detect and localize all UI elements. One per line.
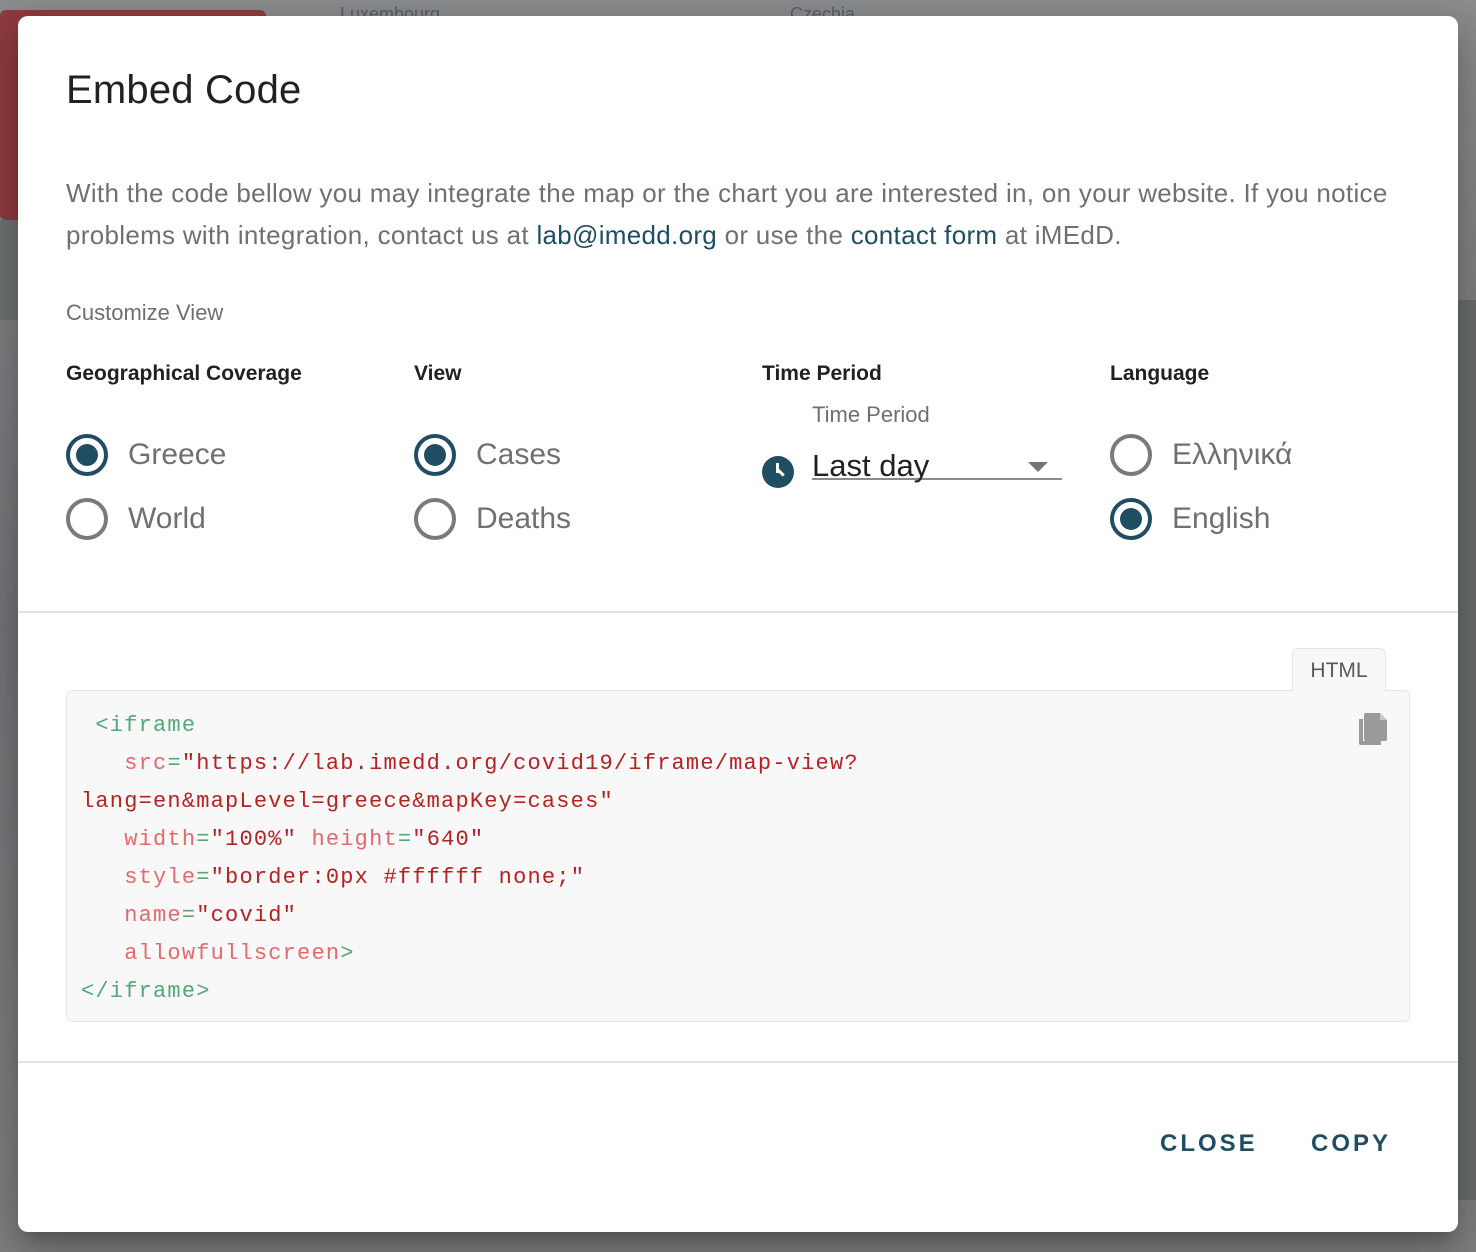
code-open-tag: <iframe xyxy=(95,713,197,738)
time-period-select[interactable]: Last day xyxy=(812,434,1062,483)
code-gt: > xyxy=(340,941,355,966)
view-group: View Cases Deaths xyxy=(414,362,571,540)
time-period-heading: Time Period xyxy=(762,362,882,385)
code-attr: height xyxy=(311,827,398,852)
close-button[interactable]: CLOSE xyxy=(1160,1130,1258,1158)
code-close-tag: </iframe> xyxy=(81,979,211,1004)
embed-code-dialog: Embed Code With the code bellow you may … xyxy=(18,16,1458,1232)
code-attr: allowfullscreen xyxy=(124,941,341,966)
radio-unchecked-icon[interactable] xyxy=(66,498,108,540)
radio-deaths[interactable]: Deaths xyxy=(414,498,571,540)
code-value: "covid" xyxy=(196,903,298,928)
geo-coverage-group: Geographical Coverage Greece World xyxy=(66,362,302,540)
language-group: Language Ελληνικά English xyxy=(1110,362,1292,540)
radio-cases[interactable]: Cases xyxy=(414,434,561,476)
radio-label: World xyxy=(128,502,206,535)
code-value: "border:0px #ffffff none;" xyxy=(210,865,586,890)
dropdown-arrow-icon[interactable] xyxy=(1028,462,1048,472)
language-heading: Language xyxy=(1110,362,1210,385)
geo-coverage-heading: Geographical Coverage xyxy=(66,362,302,385)
code-eq: = xyxy=(181,903,197,928)
copy-icon[interactable] xyxy=(1357,713,1389,747)
radio-checked-icon[interactable] xyxy=(414,434,456,476)
time-period-field-label: Time Period xyxy=(812,402,930,427)
customize-view-label: Customize View xyxy=(66,300,224,325)
radio-unchecked-icon[interactable] xyxy=(414,498,456,540)
intro-text-part: or use the xyxy=(717,220,851,250)
divider xyxy=(18,1061,1458,1063)
code-eq: = xyxy=(196,827,211,852)
contact-form-link[interactable]: contact form xyxy=(851,220,998,250)
radio-label: Cases xyxy=(476,438,562,471)
intro-text-part: at iMEdD. xyxy=(997,220,1122,250)
email-link[interactable]: lab@imedd.org xyxy=(536,220,717,250)
code-eq: = xyxy=(196,865,211,890)
divider xyxy=(18,611,1458,613)
embed-code: <iframe src="https://lab.imedd.org/covid… xyxy=(81,707,859,1011)
time-period-group: Time Period Time Period Last day xyxy=(762,362,1072,488)
code-attr: style xyxy=(124,865,197,890)
time-period-value: Last day xyxy=(812,448,930,483)
radio-checked-icon[interactable] xyxy=(1110,498,1152,540)
code-eq: = xyxy=(167,751,182,776)
dialog-title: Embed Code xyxy=(66,68,302,112)
radio-greece[interactable]: Greece xyxy=(66,434,226,476)
clock-icon xyxy=(762,456,794,488)
code-attr: width xyxy=(124,827,197,852)
code-attr: name xyxy=(124,903,182,928)
radio-english[interactable]: English xyxy=(1110,498,1270,540)
radio-label: English xyxy=(1172,502,1271,535)
radio-greek[interactable]: Ελληνικά xyxy=(1110,434,1292,476)
code-eq: = xyxy=(397,827,413,852)
radio-label: Ελληνικά xyxy=(1172,438,1293,471)
code-value: lang=en&mapLevel=greece&mapKey=cases" xyxy=(81,789,614,814)
radio-label: Greece xyxy=(128,438,227,471)
radio-world[interactable]: World xyxy=(66,498,206,540)
radio-checked-icon[interactable] xyxy=(66,434,108,476)
radio-label: Deaths xyxy=(476,502,572,535)
code-value: "640" xyxy=(412,827,485,852)
intro-text: With the code bellow you may integrate t… xyxy=(66,172,1426,256)
code-attr: src xyxy=(124,751,168,776)
code-value: "https://lab.imedd.org/covid19/iframe/ma… xyxy=(181,751,859,776)
code-block[interactable]: <iframe src="https://lab.imedd.org/covid… xyxy=(66,690,1410,1022)
view-heading: View xyxy=(414,362,462,385)
code-value: "100%" xyxy=(210,827,298,852)
tab-html[interactable]: HTML xyxy=(1292,648,1386,692)
copy-button[interactable]: COPY xyxy=(1311,1130,1391,1158)
radio-unchecked-icon[interactable] xyxy=(1110,434,1152,476)
